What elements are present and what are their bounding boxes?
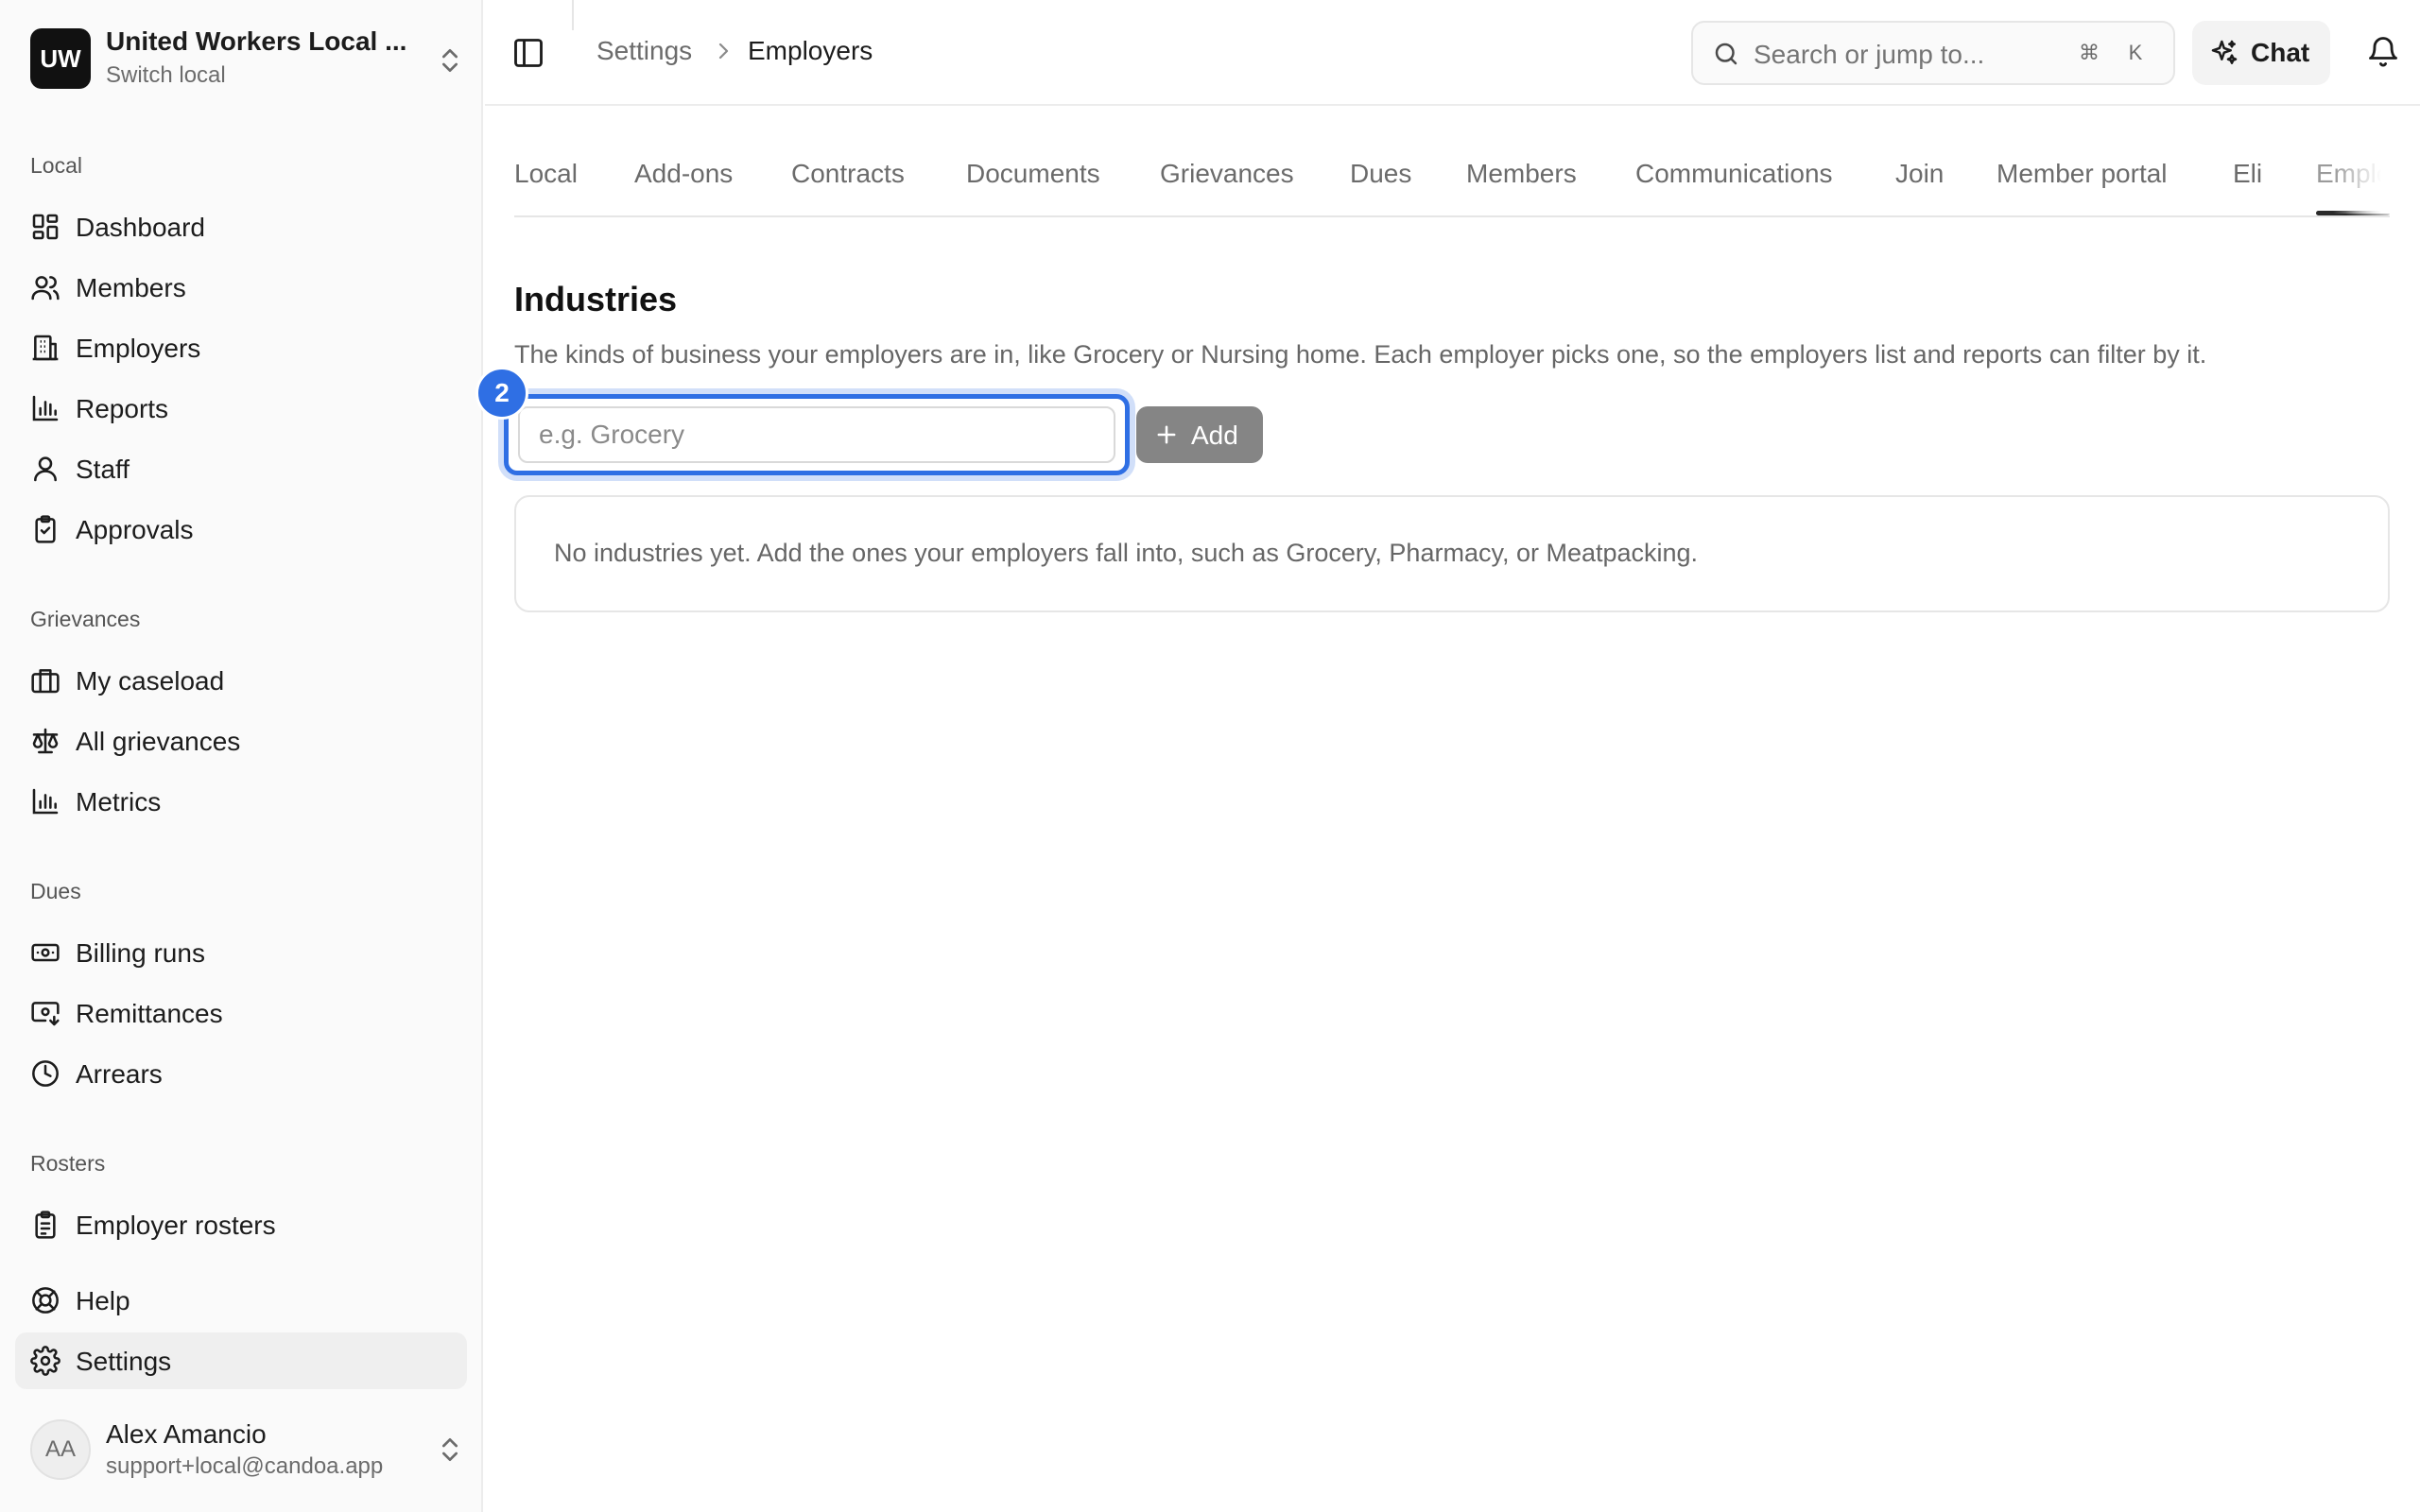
users-icon <box>31 276 60 301</box>
bell-icon[interactable] <box>2366 34 2400 68</box>
sidebar-item-label: My caseload <box>76 666 225 696</box>
step-badge: 2 <box>475 367 528 420</box>
dashboard-icon <box>32 214 59 240</box>
tab-communications[interactable]: Communications <box>1635 159 1833 189</box>
gear-icon <box>30 1346 60 1376</box>
sidebar-item-dashboard[interactable]: Dashboard <box>15 198 467 255</box>
chevron-right-icon <box>718 43 729 60</box>
sidebar-item-settings[interactable]: Settings <box>15 1332 467 1389</box>
search-placeholder: Search or jump to... <box>1754 40 1985 69</box>
section-label-dues: Dues <box>30 879 81 903</box>
user-icon <box>34 456 57 482</box>
sidebar-item-billing-runs[interactable]: Billing runs <box>15 924 467 981</box>
shortcut-k-key: K <box>2128 41 2143 64</box>
life-buoy-icon <box>32 1287 59 1314</box>
add-industry-button[interactable]: Add <box>1136 406 1263 463</box>
tab-employers[interactable]: Employers <box>2316 159 2390 189</box>
sidebar-item-label: Employer rosters <box>76 1211 276 1240</box>
user-email: support+local@candoa.app <box>106 1453 384 1479</box>
sidebar-item-label: Dashboard <box>76 213 205 242</box>
tab-dues[interactable]: Dues <box>1350 159 1411 189</box>
bar-chart-icon <box>32 788 59 815</box>
banknote-icon <box>31 943 60 962</box>
org-name: United Workers Local ... <box>106 26 407 56</box>
clipboard-check-icon <box>35 515 56 543</box>
sidebar-item-label: All grievances <box>76 727 241 756</box>
sidebar-item-label: Arrears <box>76 1059 163 1089</box>
industry-input-focus-ring <box>504 394 1130 475</box>
banknote-arrow-icon <box>31 1002 60 1026</box>
divider <box>572 0 574 30</box>
briefcase-icon <box>31 669 60 694</box>
building-icon <box>32 335 59 361</box>
empty-state-text: No industries yet. Add the ones your emp… <box>554 539 1699 567</box>
sidebar-item-label: Reports <box>76 394 169 423</box>
org-switcher[interactable]: UW United Workers Local ... Switch local <box>15 15 467 106</box>
top-bar: Settings Employers Search or jump to... … <box>485 0 2420 106</box>
plus-icon <box>1157 425 1176 444</box>
industry-name-input[interactable] <box>518 406 1115 463</box>
sidebar-item-label: Billing runs <box>76 938 205 968</box>
avatar: AA <box>30 1419 91 1480</box>
sidebar-item-label: Employers <box>76 334 201 363</box>
sidebar-item-employers[interactable]: Employers <box>15 319 467 376</box>
tab-contracts[interactable]: Contracts <box>791 159 905 189</box>
sidebar-item-label: Metrics <box>76 787 162 816</box>
sidebar-item-label: Approvals <box>76 515 194 544</box>
tab-documents[interactable]: Documents <box>966 159 1100 189</box>
tab-join[interactable]: Join <box>1895 159 1944 189</box>
search-icon <box>1715 43 1737 65</box>
breadcrumb-current: Employers <box>748 36 873 65</box>
sidebar-item-label: Settings <box>76 1347 172 1376</box>
sidebar-item-members[interactable]: Members <box>15 259 467 316</box>
shortcut-command-key: ⌘ <box>2079 41 2100 64</box>
clipboard-list-icon <box>35 1211 56 1239</box>
sidebar-item-label: Staff <box>76 455 130 484</box>
section-label-rosters: Rosters <box>30 1151 106 1176</box>
sidebar-item-help[interactable]: Help <box>15 1272 467 1329</box>
chevrons-up-down-icon <box>442 1438 458 1461</box>
sidebar-item-staff[interactable]: Staff <box>15 440 467 497</box>
sidebar-item-employer-rosters[interactable]: Employer rosters <box>15 1196 467 1253</box>
sidebar-toggle-icon[interactable] <box>511 36 545 70</box>
sidebar-item-label: Remittances <box>76 999 223 1028</box>
active-tab-indicator <box>2316 211 2390 215</box>
org-switch-label: Switch local <box>106 62 226 88</box>
section-title: Industries <box>514 280 678 318</box>
section-label-grievances: Grievances <box>30 607 141 631</box>
sidebar-item-reports[interactable]: Reports <box>15 380 467 437</box>
sparkles-icon <box>2211 40 2238 64</box>
settings-tabs: Local Add-ons Contracts Documents Grieva… <box>514 132 2390 217</box>
search-input[interactable]: Search or jump to... ⌘ K <box>1691 21 2175 85</box>
empty-state: No industries yet. Add the ones your emp… <box>514 495 2390 612</box>
clock-icon <box>32 1060 59 1087</box>
sidebar-item-arrears[interactable]: Arrears <box>15 1045 467 1102</box>
sidebar-item-label: Help <box>76 1286 130 1315</box>
sidebar: UW United Workers Local ... Switch local… <box>0 0 483 1512</box>
tab-local[interactable]: Local <box>514 159 578 189</box>
tab-grievances[interactable]: Grievances <box>1160 159 1294 189</box>
sidebar-item-remittances[interactable]: Remittances <box>15 985 467 1041</box>
sidebar-item-all-grievances[interactable]: All grievances <box>15 713 467 769</box>
sidebar-item-metrics[interactable]: Metrics <box>15 773 467 830</box>
tab-members[interactable]: Members <box>1466 159 1577 189</box>
user-menu[interactable]: AA Alex Amancio support+local@candoa.app <box>15 1404 467 1495</box>
tab-add-ons[interactable]: Add-ons <box>634 159 733 189</box>
sidebar-item-label: Members <box>76 273 186 302</box>
add-button-label: Add <box>1191 421 1238 450</box>
chat-button[interactable]: Chat <box>2192 21 2330 85</box>
org-avatar: UW <box>30 28 91 89</box>
scale-icon <box>32 728 59 754</box>
section-label-local: Local <box>30 153 82 178</box>
sidebar-item-my-caseload[interactable]: My caseload <box>15 652 467 709</box>
breadcrumb-settings[interactable]: Settings <box>596 36 692 66</box>
chat-label: Chat <box>2251 38 2310 67</box>
sidebar-item-approvals[interactable]: Approvals <box>15 501 467 558</box>
section-description: The kinds of business your employers are… <box>514 340 2207 369</box>
tab-eli[interactable]: Eli <box>2233 159 2262 189</box>
bar-chart-icon <box>32 395 59 421</box>
chevrons-up-down-icon <box>442 49 458 72</box>
user-name: Alex Amancio <box>106 1419 267 1449</box>
tab-member-portal[interactable]: Member portal <box>1996 159 2168 189</box>
